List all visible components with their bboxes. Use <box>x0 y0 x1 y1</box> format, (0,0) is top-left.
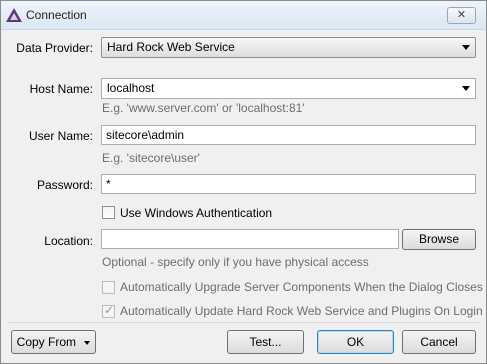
close-icon: ✕ <box>456 8 467 21</box>
upgrade-server-label: Automatically Upgrade Server Components … <box>120 280 483 294</box>
data-provider-value: Hard Rock Web Service <box>107 40 235 54</box>
location-field[interactable] <box>101 229 399 249</box>
windows-auth-checkbox[interactable] <box>102 206 115 219</box>
windows-auth-label: Use Windows Authentication <box>120 206 273 220</box>
data-provider-select[interactable]: Hard Rock Web Service <box>101 37 476 58</box>
data-provider-label: Data Provider: <box>16 41 93 55</box>
window-title: Connection <box>26 8 87 22</box>
close-button[interactable]: ✕ <box>447 7 476 24</box>
sitecore-triangle-icon <box>6 8 22 22</box>
copy-from-button[interactable]: Copy From <box>11 330 96 354</box>
host-name-label: Host Name: <box>29 82 93 96</box>
host-name-hint: E.g. 'www.server.com' or 'localhost:81' <box>102 101 305 115</box>
auto-update-label: Automatically Update Hard Rock Web Servi… <box>120 304 483 318</box>
password-field[interactable]: * <box>101 174 476 194</box>
cancel-button[interactable]: Cancel <box>402 330 476 354</box>
password-label: Password: <box>36 178 93 192</box>
footer-divider <box>7 322 480 323</box>
copy-from-label: Copy From <box>16 335 76 349</box>
user-name-field[interactable]: sitecore\admin <box>101 125 476 145</box>
location-hint: Optional - specify only if you have phys… <box>102 255 369 269</box>
host-name-combo[interactable]: localhost <box>101 78 476 99</box>
chevron-down-icon <box>84 340 91 345</box>
checkmark-icon: ✓ <box>104 303 115 317</box>
location-label: Location: <box>44 234 93 248</box>
test-button[interactable]: Test... <box>227 330 304 354</box>
host-name-value: localhost <box>107 81 155 95</box>
browse-button[interactable]: Browse <box>402 229 476 250</box>
title-bar: Connection ✕ <box>1 1 486 30</box>
ok-button[interactable]: OK <box>317 330 394 354</box>
connection-dialog: Connection ✕ Data Provider: Hard Rock We… <box>0 0 487 364</box>
user-name-hint: E.g. 'sitecore\user' <box>102 151 200 165</box>
auto-update-checkbox[interactable]: ✓ <box>102 303 115 318</box>
chevron-down-icon <box>462 45 470 50</box>
user-name-label: User Name: <box>28 129 93 143</box>
chevron-down-icon[interactable] <box>462 86 470 91</box>
upgrade-server-checkbox[interactable] <box>102 281 115 294</box>
